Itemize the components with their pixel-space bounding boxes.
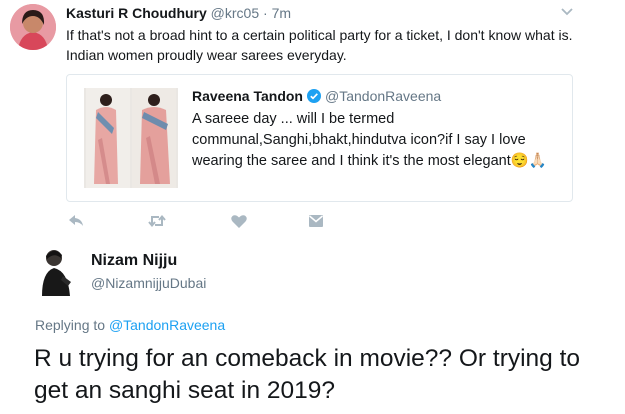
replying-to-handle-link[interactable]: @TandonRaveena [109,317,225,333]
quoted-tweet-text: A sareee day ... will I be termed commun… [192,111,547,169]
retweet-icon[interactable] [147,211,167,231]
author-avatar[interactable] [10,4,56,50]
quoted-tweet-header: Raveena Tandon @TandonRaveena [192,88,441,104]
tweet-header: Kasturi R Choudhury @krc05 · 7m [66,5,291,21]
reply-tweet-text: R u trying for an comeback in movie?? Or… [34,345,581,404]
quoted-tweet-photo[interactable] [84,88,178,188]
message-icon[interactable] [306,211,326,231]
chevron-down-icon[interactable] [561,5,573,17]
reply-author-name[interactable]: Nizam Nijju [91,252,177,270]
quoted-tweet-card[interactable]: Raveena Tandon @TandonRaveena A sareee d… [66,74,573,202]
verified-badge-icon [307,89,321,103]
time-separator: · [263,5,268,21]
quoted-author-handle[interactable]: @TandonRaveena [325,88,441,104]
replying-to-line: Replying to @TandonRaveena [35,317,225,333]
replying-to-label: Replying to [35,317,106,333]
like-icon[interactable] [229,211,249,231]
author-handle[interactable]: @krc05 [211,5,259,21]
tweet-time[interactable]: 7m [272,5,291,21]
author-name[interactable]: Kasturi R Choudhury [66,5,207,21]
reply-author-avatar[interactable] [38,246,74,296]
tweet-text: If that's not a broad hint to a certain … [66,27,573,63]
reply-icon[interactable] [66,211,86,231]
quoted-author-name[interactable]: Raveena Tandon [192,88,303,104]
reply-author-handle[interactable]: @NizamnijjuDubai [91,275,206,291]
